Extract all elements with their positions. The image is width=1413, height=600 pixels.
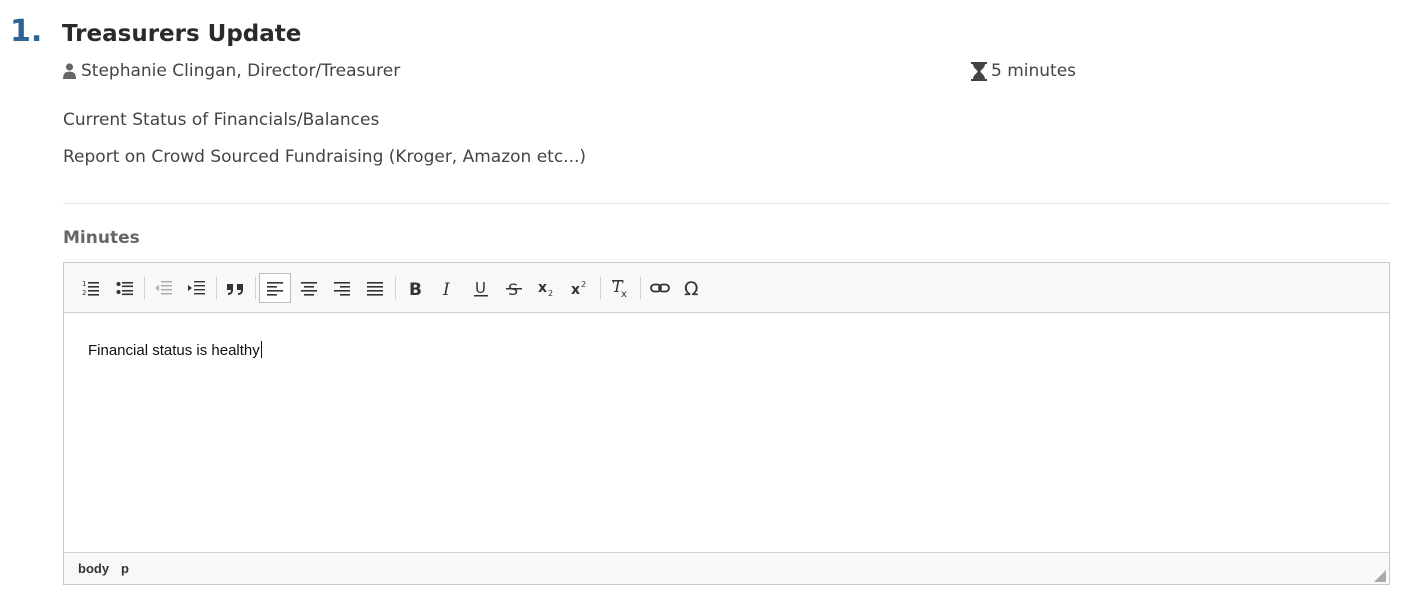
- svg-text:x: x: [621, 289, 627, 298]
- subscript-icon: x2: [538, 280, 553, 297]
- svg-text:B: B: [409, 280, 422, 297]
- agenda-item-number: 1.: [10, 14, 43, 49]
- underline-button[interactable]: U: [467, 274, 495, 302]
- svg-text:2: 2: [581, 280, 586, 289]
- elementpath-body[interactable]: body: [78, 561, 109, 576]
- remove-format-button[interactable]: Tx: [606, 274, 634, 302]
- toolbar-separator: [395, 277, 396, 299]
- special-character-icon: Ω: [684, 278, 699, 298]
- elementpath-p[interactable]: p: [121, 561, 129, 576]
- svg-text:x: x: [571, 282, 580, 297]
- decrease-indent-icon: [155, 281, 172, 295]
- superscript-button[interactable]: x2: [566, 274, 594, 302]
- svg-text:2: 2: [548, 289, 553, 297]
- link-button[interactable]: [646, 274, 674, 302]
- italic-icon: I: [442, 280, 450, 297]
- user-icon: [63, 63, 76, 79]
- link-icon: [650, 283, 670, 293]
- toolbar-separator: [216, 277, 217, 299]
- svg-text:x: x: [538, 280, 547, 296]
- special-character-button[interactable]: Ω: [679, 274, 707, 302]
- hourglass-icon: [971, 61, 987, 81]
- duration: 5 minutes: [971, 61, 1076, 81]
- toolbar-separator: [640, 277, 641, 299]
- description-line: Report on Crowd Sourced Fundraising (Kro…: [63, 147, 587, 167]
- presenter: Stephanie Clingan, Director/Treasurer: [63, 61, 400, 81]
- superscript-icon: x2: [571, 280, 586, 297]
- align-right-icon: [334, 282, 350, 296]
- toolbar-separator: [600, 277, 601, 299]
- blockquote-icon: [227, 284, 243, 295]
- duration-text: 5 minutes: [991, 61, 1077, 81]
- bulleted-list-icon: [116, 282, 133, 296]
- text-caret: [260, 341, 262, 358]
- svg-text:2: 2: [82, 289, 86, 297]
- increase-indent-button[interactable]: [183, 274, 211, 302]
- divider: [63, 203, 1390, 204]
- align-left-icon: [267, 282, 283, 296]
- subscript-button[interactable]: x2: [533, 274, 561, 302]
- minutes-text: Financial status is healthy: [88, 342, 260, 359]
- justify-button[interactable]: [361, 274, 389, 302]
- svg-text:Ω: Ω: [684, 278, 699, 298]
- numbered-list-button[interactable]: 12: [77, 274, 105, 302]
- svg-text:1: 1: [82, 280, 86, 288]
- svg-text:I: I: [442, 280, 450, 297]
- bold-button[interactable]: B: [401, 274, 429, 302]
- align-center-button[interactable]: [295, 274, 323, 302]
- toolbar-separator: [144, 277, 145, 299]
- minutes-label: Minutes: [63, 228, 140, 248]
- blockquote-button[interactable]: [222, 274, 250, 302]
- align-left-button[interactable]: [259, 273, 291, 303]
- editor-content[interactable]: Financial status is healthy: [88, 341, 262, 359]
- resize-handle-icon[interactable]: [1374, 569, 1386, 582]
- numbered-list-icon: 12: [82, 280, 99, 297]
- description-line: Current Status of Financials/Balances: [63, 110, 380, 130]
- align-center-icon: [301, 282, 317, 296]
- underline-icon: U: [474, 279, 488, 297]
- increase-indent-icon: [188, 281, 205, 295]
- justify-icon: [367, 282, 383, 296]
- align-right-button[interactable]: [328, 274, 356, 302]
- editor-statusbar: body p: [64, 552, 1389, 584]
- editor-toolbar: 12 B I U S x 2 x 2 T x Ω: [64, 263, 1389, 313]
- italic-button[interactable]: I: [434, 274, 462, 302]
- toolbar-separator: [255, 277, 256, 299]
- strikethrough-icon: S: [506, 280, 522, 297]
- bold-icon: B: [409, 280, 422, 297]
- bulleted-list-button[interactable]: [111, 274, 139, 302]
- strikethrough-button[interactable]: S: [500, 274, 528, 302]
- svg-text:U: U: [475, 279, 486, 297]
- decrease-indent-button[interactable]: [150, 274, 178, 302]
- agenda-item-title: Treasurers Update: [62, 21, 302, 47]
- minutes-editor: 12 B I U S x 2 x 2 T x Ω Financial statu…: [63, 262, 1390, 585]
- remove-format-icon: Tx: [612, 278, 627, 298]
- presenter-name: Stephanie Clingan, Director/Treasurer: [81, 61, 401, 81]
